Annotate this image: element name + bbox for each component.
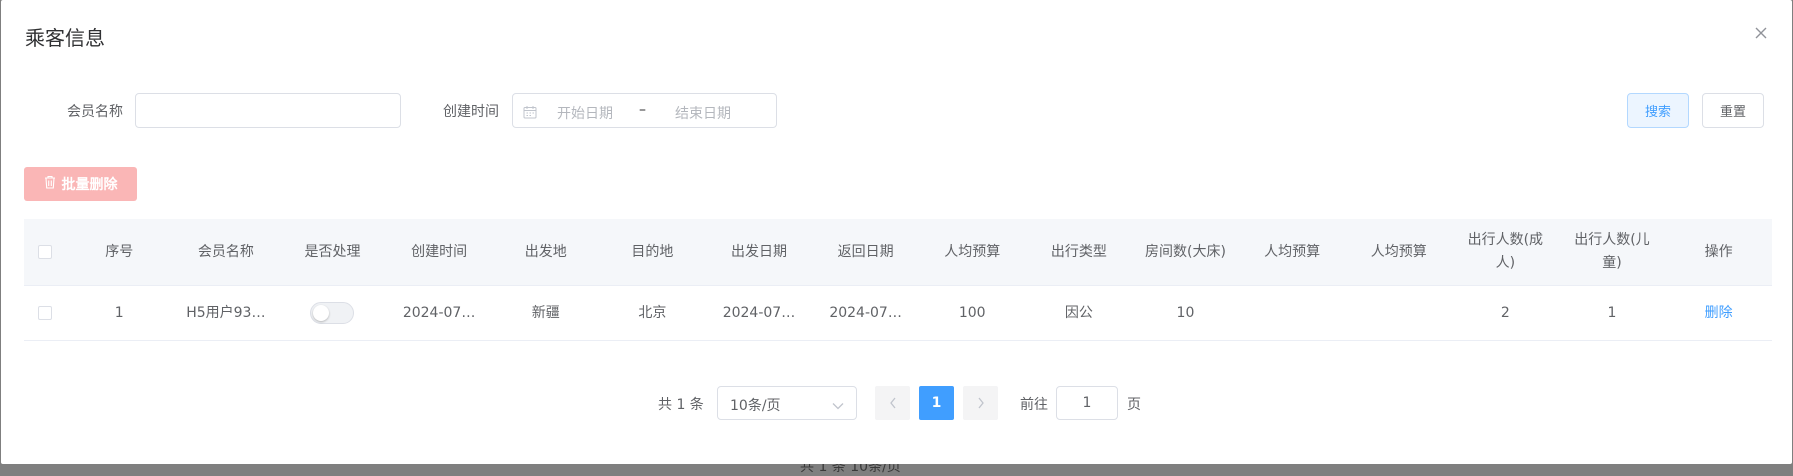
header-index: 序号 [105,243,134,260]
header-budget: 人均预算 [944,243,1001,260]
header-children: 出行人数(儿童) [1574,232,1650,271]
processed-toggle[interactable] [310,301,355,324]
goto-label: 前往 [1020,397,1048,413]
header-destination: 目的地 [631,243,674,260]
table-header: 序号 会员名称 是否处理 创建时间 出发地 目的地 出发日期 返回日期 人均预算… [24,219,1772,286]
trash-icon [44,175,56,193]
header-departure: 出发地 [524,243,567,260]
cell-children: 1 [1607,304,1617,321]
prev-page-button[interactable] [875,386,910,420]
next-page-button[interactable] [963,386,998,420]
cell-adults: 2 [1500,304,1510,321]
range-separator: – [639,102,646,118]
header-depart-date: 出发日期 [730,243,787,260]
header-rooms: 房间数(大床) [1144,243,1226,260]
dialog-title: 乘客信息 [25,26,105,50]
member-name-input[interactable] [135,93,401,128]
member-name-label: 会员名称 [67,104,123,120]
cell-return-date: 2024-07… [829,304,902,321]
header-adults: 出行人数(成人) [1467,232,1544,271]
page-number-1[interactable]: 1 [919,386,954,420]
cell-member-name: H5用户93… [186,304,266,321]
cell-action: 删除 [1665,302,1772,325]
header-budget-3: 人均预算 [1370,243,1427,260]
cell-budget: 100 [958,304,986,321]
row-checkbox[interactable] [37,306,52,320]
page-suffix-label: 页 [1127,397,1141,413]
delete-row-link[interactable]: 删除 [1705,305,1733,321]
cell-index: 1 [114,304,124,321]
cell-trip-type: 因公 [1064,304,1093,321]
pagination-total: 共 1 条 [658,397,704,413]
select-all-cell [24,245,66,259]
close-icon[interactable] [1754,26,1768,40]
header-action: 操作 [1704,243,1733,260]
batch-delete-label: 批量删除 [61,177,118,193]
header-created: 创建时间 [411,243,468,260]
cell-depart-date: 2024-07… [722,304,796,321]
header-return-date: 返回日期 [837,243,894,260]
header-budget-2: 人均预算 [1264,243,1321,260]
select-all-checkbox[interactable] [37,245,52,259]
header-trip-type: 出行类型 [1050,243,1107,260]
calendar-icon [523,104,537,119]
search-button[interactable]: 搜索 [1627,93,1689,128]
page-size-select[interactable]: 10条/页 [717,386,857,420]
cell-created: 2024-07… [402,304,476,321]
created-time-label: 创建时间 [443,104,499,120]
table-row: 1 H5用户93… 2024-07… 新疆 北京 2024-07… 2024-0… [24,286,1772,341]
chevron-right-icon [977,394,985,413]
created-time-range-picker[interactable]: 开始日期 – 结束日期 [512,93,777,128]
cell-destination: 北京 [638,304,667,321]
header-member-name: 会员名称 [197,243,254,260]
row-select-cell [24,306,66,320]
start-date-input[interactable]: 开始日期 [557,103,613,123]
cell-rooms: 10 [1176,304,1195,321]
header-processed: 是否处理 [304,243,361,260]
end-date-input[interactable]: 结束日期 [675,103,731,123]
passenger-info-dialog: 乘客信息 会员名称 创建时间 开始日期 – 结束日期 搜索 重置 批量删除 序号… [1,0,1792,464]
chevron-down-icon [832,398,844,414]
batch-delete-button[interactable]: 批量删除 [24,167,137,201]
chevron-left-icon [889,394,897,413]
cell-processed [279,301,386,325]
reset-button[interactable]: 重置 [1702,93,1764,128]
goto-page-input[interactable] [1056,386,1118,420]
cell-departure: 新疆 [531,304,560,321]
passenger-table: 序号 会员名称 是否处理 创建时间 出发地 目的地 出发日期 返回日期 人均预算… [24,219,1772,341]
page-size-value: 10条/页 [730,398,781,414]
